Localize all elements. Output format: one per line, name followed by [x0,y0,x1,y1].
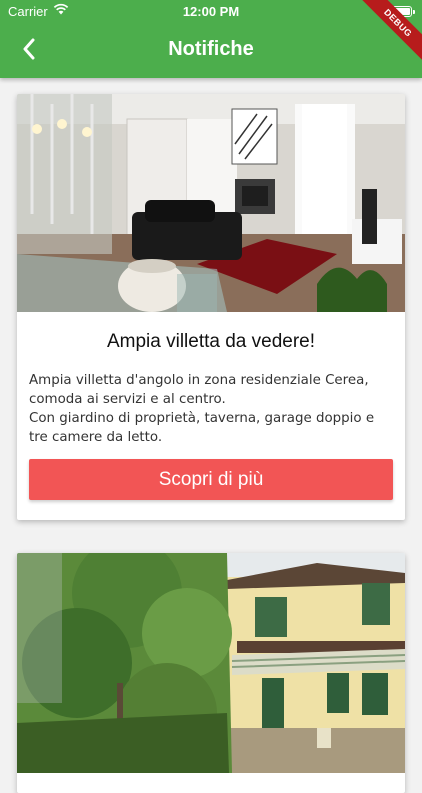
living-room-photo [17,94,405,312]
card-title: Ampia villetta da vedere! [106,331,316,352]
page-title: Notifiche [168,38,254,60]
house-exterior-photo [17,553,405,773]
discover-more-button[interactable]: Scopri di più [29,459,393,500]
description-line: tre camere da letto. [29,430,163,445]
clock: 12:00 PM [182,4,240,19]
notification-card [17,553,405,793]
status-bar: Carrier 12:00 PM [0,0,422,22]
app-bar: Carrier 12:00 PM Notifiche [0,0,422,78]
notification-card: Ampia villetta da vedere! Ampia villetta… [17,94,405,520]
description-line: comoda ai servizi e al centro. [29,392,226,407]
description-line: Con giardino di proprietà, taverna, gara… [29,411,375,426]
card-description: Ampia villetta d'angolo in zona residenz… [29,371,393,447]
description-line: Ampia villetta d'angolo in zona residenz… [29,373,369,388]
